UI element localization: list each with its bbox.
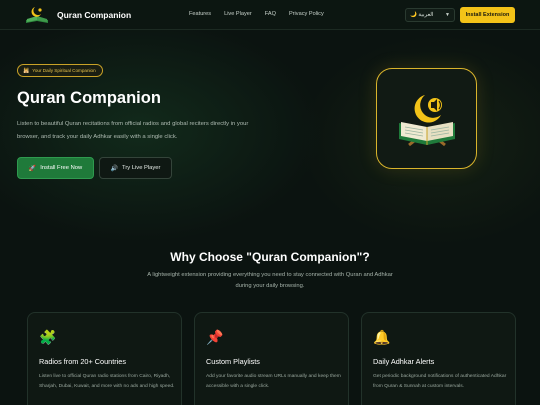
feature-card-title: Custom Playlists bbox=[206, 357, 260, 366]
install-free-label: Install Free Now bbox=[40, 165, 83, 171]
feature-card-radios: 🧩 Radios from 20+ Countries Listen live … bbox=[27, 312, 182, 405]
mosque-icon: 🕌 bbox=[23, 67, 30, 74]
feature-card-playlists: 📌 Custom Playlists Add your favorite aud… bbox=[194, 312, 349, 405]
feature-card-adhkar: 🔔 Daily Adhkar Alerts Get periodic backg… bbox=[361, 312, 516, 405]
bell-icon: 🔔 bbox=[373, 329, 391, 345]
feature-card-description: Add your favorite audio stream URLs manu… bbox=[206, 374, 341, 389]
speaker-icon: 🔊 bbox=[110, 165, 119, 172]
chevron-down-icon: ▼ bbox=[445, 12, 450, 18]
nav-links: Features Live Player FAQ Privacy Policy bbox=[189, 11, 337, 17]
feature-card-title: Radios from 20+ Countries bbox=[39, 357, 126, 366]
nav-link-privacy-policy[interactable]: Privacy Policy bbox=[289, 11, 324, 17]
try-live-player-label: Try Live Player bbox=[122, 165, 161, 171]
feature-card-description: Listen live to official Quran radio stat… bbox=[39, 374, 175, 389]
install-free-button[interactable]: 🚀 Install Free Now bbox=[17, 157, 94, 179]
language-select[interactable]: 🌙 العربية ▼ bbox=[405, 8, 455, 22]
hero-title: Quran Companion bbox=[17, 89, 161, 107]
feature-card-title: Daily Adhkar Alerts bbox=[373, 357, 435, 366]
hero-app-icon bbox=[376, 68, 477, 169]
features-title: Why Choose "Quran Companion"? bbox=[170, 250, 370, 264]
hero-badge: 🕌 Your Daily Spiritual Companion bbox=[17, 64, 103, 77]
hero-description: Listen to beautiful Quran recitations fr… bbox=[17, 121, 249, 140]
rocket-icon: 🚀 bbox=[28, 165, 37, 172]
try-live-player-button[interactable]: 🔊 Try Live Player bbox=[99, 157, 172, 179]
features-description: A lightweight extension providing everyt… bbox=[147, 272, 393, 289]
brand[interactable]: Quran Companion bbox=[24, 5, 131, 25]
brand-name: Quran Companion bbox=[57, 10, 132, 20]
pushpin-icon: 📌 bbox=[206, 329, 224, 345]
quran-logo-icon bbox=[26, 7, 48, 23]
puzzle-icon: 🧩 bbox=[39, 329, 57, 345]
language-label: 🌙 العربية bbox=[410, 12, 434, 18]
feature-card-description: Get periodic background notifications of… bbox=[373, 374, 507, 389]
nav-link-live-player[interactable]: Live Player bbox=[224, 11, 252, 17]
nav-link-faq[interactable]: FAQ bbox=[265, 11, 276, 17]
nav-link-features[interactable]: Features bbox=[189, 11, 211, 17]
quran-book-moon-icon bbox=[399, 95, 455, 147]
navbar: Quran Companion Features Live Player FAQ… bbox=[0, 0, 540, 30]
install-extension-button[interactable]: Install Extension bbox=[460, 7, 515, 23]
hero-badge-label: Your Daily Spiritual Companion bbox=[32, 68, 96, 73]
